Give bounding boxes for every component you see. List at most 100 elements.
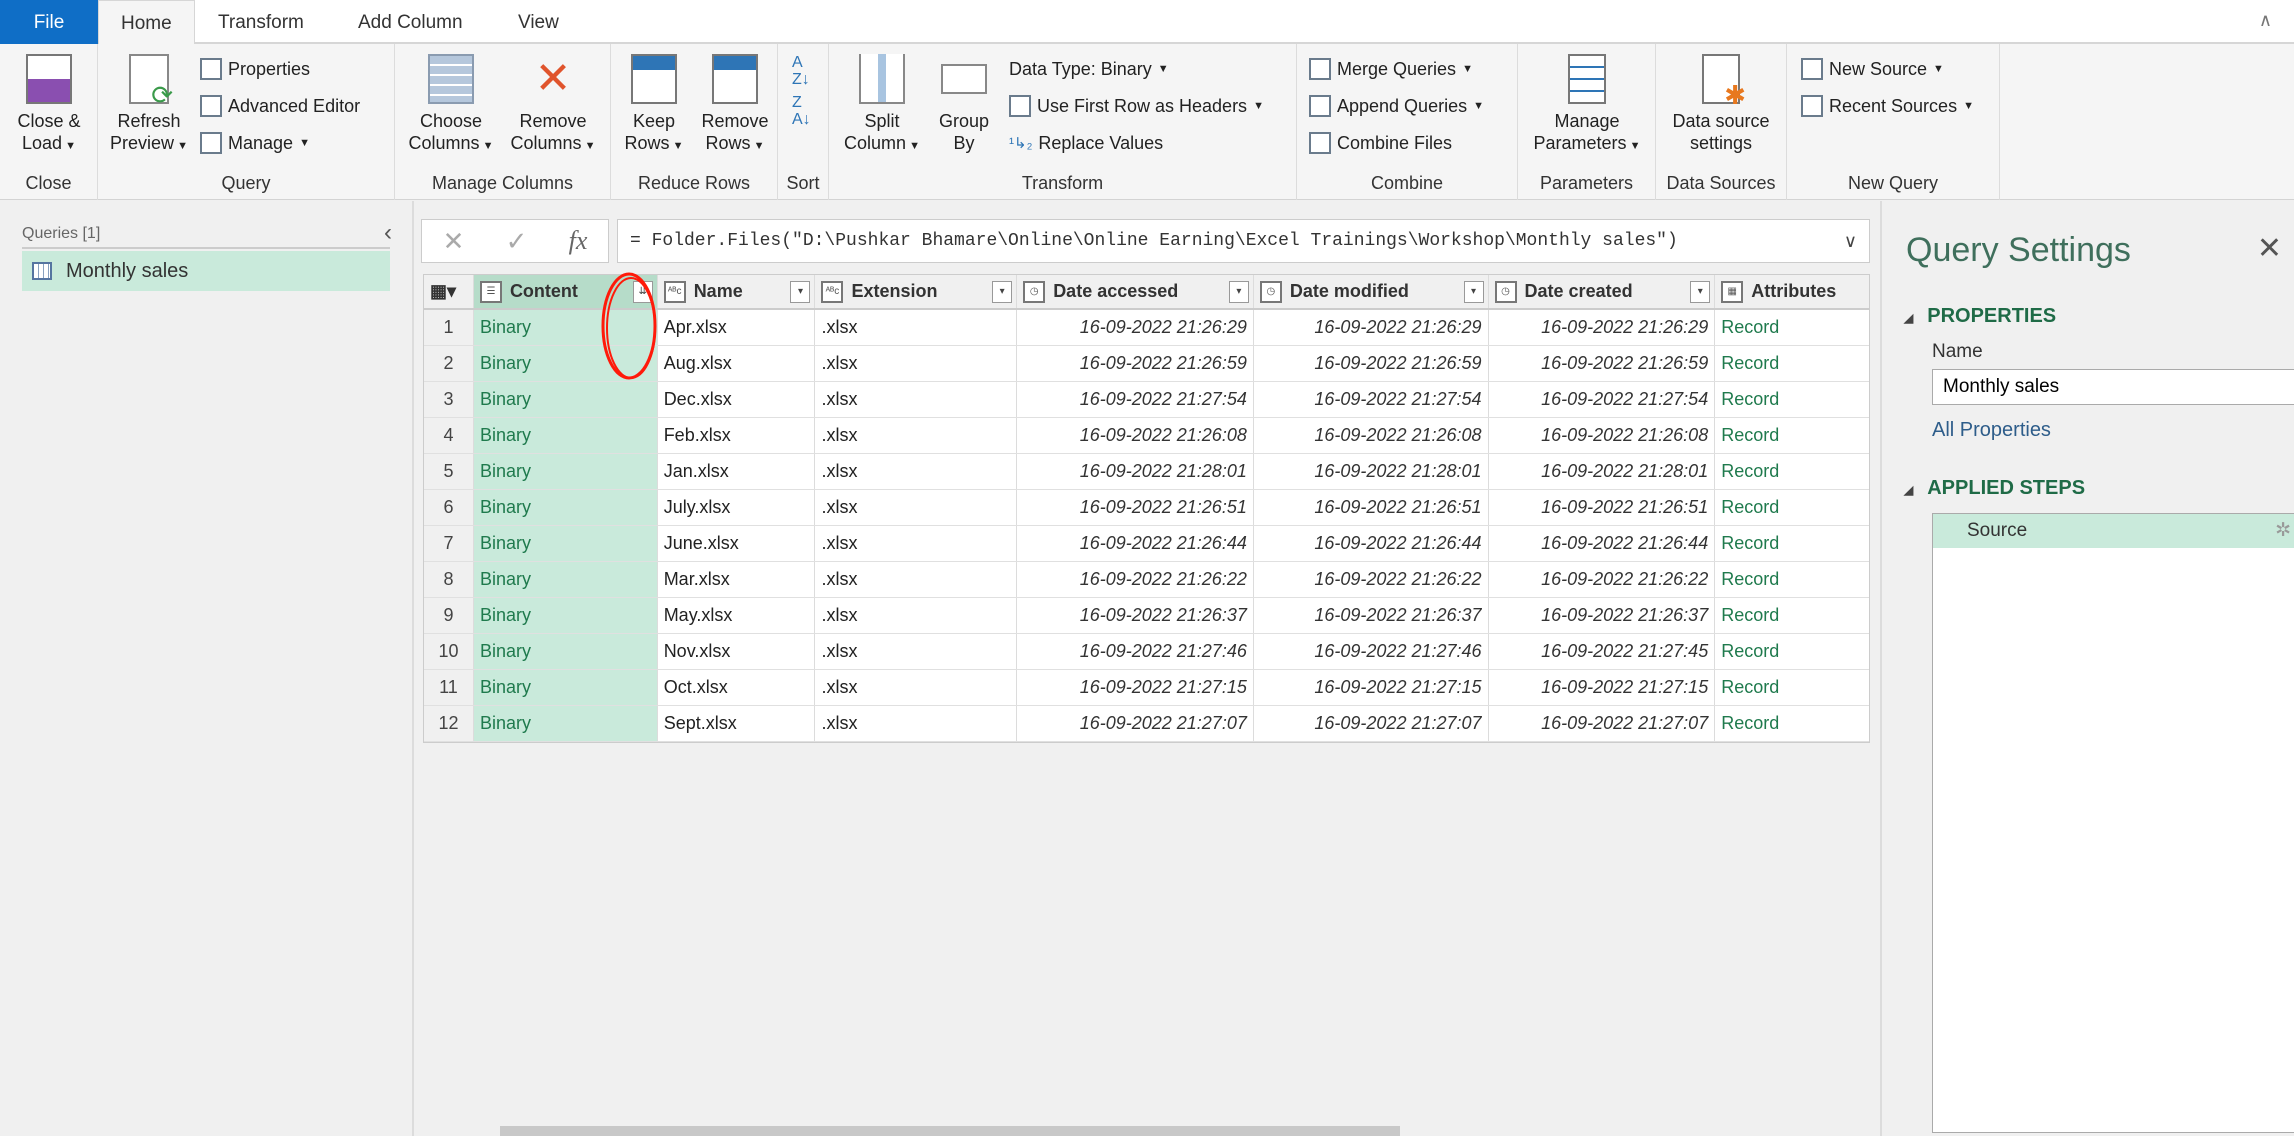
cell-content[interactable]: Binary <box>473 526 658 561</box>
cell-content[interactable]: Binary <box>473 490 658 525</box>
applied-steps-section[interactable]: ◢ APPLIED STEPS <box>1904 477 2085 500</box>
column-header-extension[interactable]: ᴬᴮc Extension ▾ <box>815 275 1018 308</box>
column-header-name[interactable]: ᴬᴮc Name ▾ <box>658 275 816 308</box>
cell-attributes[interactable]: Record <box>1715 598 1869 633</box>
filter-dropdown-icon[interactable]: ▾ <box>790 281 811 303</box>
data-type-dropdown[interactable]: Data Type: Binary ▼ <box>1009 54 1169 84</box>
properties-button[interactable]: Properties <box>200 54 310 84</box>
filter-dropdown-icon[interactable]: ▾ <box>1463 281 1484 303</box>
cell-content[interactable]: Binary <box>473 418 658 453</box>
merge-queries-button[interactable]: Merge Queries ▼ <box>1309 54 1473 84</box>
collapse-ribbon-icon[interactable]: ∧ <box>2259 10 2272 31</box>
combine-files-button[interactable]: Combine Files <box>1309 128 1452 158</box>
cell-name: Apr.xlsx <box>658 310 816 345</box>
binary-icon[interactable]: ☰ <box>479 280 502 303</box>
table-row: 11 Binary Oct.xlsx .xlsx 16-09-2022 21:27:15… <box>424 670 1869 706</box>
group-by-button[interactable]: Group By <box>931 54 997 154</box>
commit-icon[interactable]: ✓ <box>506 226 528 257</box>
remove-rows-button[interactable]: Remove Rows ▼ <box>695 54 775 157</box>
label: Columns <box>408 133 480 153</box>
query-name-input[interactable] <box>1932 369 2294 405</box>
keep-rows-button[interactable]: Keep Rows ▼ <box>615 54 693 157</box>
table-icon <box>1009 95 1031 117</box>
filter-dropdown-icon[interactable]: ▾ <box>992 281 1013 303</box>
column-header-date-modified[interactable]: ◷ Date modified ▾ <box>1254 275 1489 308</box>
split-column-button[interactable]: Split Column ▼ <box>837 54 927 157</box>
cell-attributes[interactable]: Record <box>1715 634 1869 669</box>
cell-content[interactable]: Binary <box>473 598 658 633</box>
tab-file[interactable]: File <box>0 0 98 44</box>
use-first-row-headers-button[interactable]: Use First Row as Headers ▼ <box>1009 91 1264 121</box>
cell-name: May.xlsx <box>658 598 816 633</box>
step-source[interactable]: Source ✲ <box>1933 514 2294 548</box>
cell-date-created: 16-09-2022 21:26:59 <box>1489 346 1716 381</box>
choose-columns-button[interactable]: Choose Columns ▼ <box>401 54 501 157</box>
cell-attributes[interactable]: Record <box>1715 490 1869 525</box>
column-header-date-accessed[interactable]: ◷ Date accessed ▾ <box>1017 275 1254 308</box>
refresh-preview-button[interactable]: ⟳ Refresh Preview ▼ <box>104 54 194 157</box>
close-icon[interactable]: ✕ <box>2257 231 2282 266</box>
properties-section[interactable]: ◢ PROPERTIES <box>1904 305 2056 328</box>
cell-content[interactable]: Binary <box>473 634 658 669</box>
sort-ascending-icon[interactable]: A Z↓ <box>792 54 810 88</box>
cell-attributes[interactable]: Record <box>1715 706 1869 741</box>
cell-attributes[interactable]: Record <box>1715 382 1869 417</box>
column-header-attributes[interactable]: ▦ Attributes <box>1715 275 1869 308</box>
table-menu-icon[interactable]: ▦▾ <box>424 275 474 308</box>
cell-attributes[interactable]: Record <box>1715 670 1869 705</box>
query-settings-pane: Query Settings ✕ ◢ PROPERTIES Name All Pr… <box>1880 201 2294 1136</box>
tab-view[interactable]: View <box>496 0 581 44</box>
cell-content[interactable]: Binary <box>473 454 658 489</box>
cell-attributes[interactable]: Record <box>1715 310 1869 345</box>
gear-icon[interactable]: ✲ <box>2275 514 2291 548</box>
cell-date-accessed: 16-09-2022 21:26:29 <box>1017 310 1254 345</box>
new-source-button[interactable]: New Source ▼ <box>1801 54 1944 84</box>
expand-formula-icon[interactable]: ∨ <box>1844 220 1857 262</box>
recent-sources-button[interactable]: Recent Sources ▼ <box>1801 91 1974 121</box>
group-parameters: Manage Parameters ▼ Parameters <box>1518 44 1656 200</box>
cell-date-created: 16-09-2022 21:26:44 <box>1489 526 1716 561</box>
sort-descending-icon[interactable]: Z A↓ <box>792 94 811 128</box>
tab-home[interactable]: Home <box>98 0 195 46</box>
cell-attributes[interactable]: Record <box>1715 418 1869 453</box>
table-row: 5 Binary Jan.xlsx .xlsx 16-09-2022 21:28:01 1… <box>424 454 1869 490</box>
datetime-type-icon[interactable]: ◷ <box>1259 280 1282 303</box>
close-load-button[interactable]: Close & Load ▼ <box>8 54 90 157</box>
query-item-monthly-sales[interactable]: Monthly sales <box>22 251 390 291</box>
column-header-date-created[interactable]: ◷ Date created ▾ <box>1489 275 1716 308</box>
cell-attributes[interactable]: Record <box>1715 346 1869 381</box>
cell-name: Aug.xlsx <box>658 346 816 381</box>
text-type-icon[interactable]: ᴬᴮc <box>821 280 844 303</box>
cell-content[interactable]: Binary <box>473 670 658 705</box>
cell-content[interactable]: Binary <box>473 706 658 741</box>
filter-dropdown-icon[interactable]: ▾ <box>1228 281 1249 303</box>
datetime-type-icon[interactable]: ◷ <box>1023 280 1046 303</box>
all-properties-link[interactable]: All Properties <box>1932 419 2051 442</box>
ribbon: Close & Load ▼ Close ⟳ Refresh Preview ▼… <box>0 44 2294 200</box>
tab-add-column[interactable]: Add Column <box>336 0 485 44</box>
record-icon[interactable]: ▦ <box>1721 280 1744 303</box>
cell-attributes[interactable]: Record <box>1715 454 1869 489</box>
group-label: Transform <box>1021 173 1104 193</box>
tab-transform[interactable]: Transform <box>196 0 326 44</box>
cell-attributes[interactable]: Record <box>1715 562 1869 597</box>
advanced-editor-button[interactable]: Advanced Editor <box>200 91 360 121</box>
manage-parameters-button[interactable]: Manage Parameters ▼ <box>1524 54 1650 157</box>
data-source-settings-button[interactable]: ✱ Data source settings <box>1660 54 1782 154</box>
remove-columns-button[interactable]: ✕ Remove Columns ▼ <box>503 54 603 157</box>
text-type-icon[interactable]: ᴬᴮc <box>663 280 686 303</box>
replace-values-button[interactable]: ¹↳₂ Replace Values <box>1009 128 1163 158</box>
datetime-type-icon[interactable]: ◷ <box>1494 280 1517 303</box>
horizontal-scrollbar[interactable] <box>500 1126 1400 1136</box>
filter-dropdown-icon[interactable]: ▾ <box>1690 281 1711 303</box>
refresh-icon: ⟳ <box>129 54 173 108</box>
fx-icon[interactable]: fx <box>569 226 588 256</box>
collapse-pane-icon[interactable]: ‹ <box>384 219 392 247</box>
column-title: Extension <box>851 281 938 301</box>
formula-bar[interactable]: = Folder.Files("D:\Pushkar Bhamare\Onlin… <box>617 219 1870 263</box>
cell-attributes[interactable]: Record <box>1715 526 1869 561</box>
manage-button[interactable]: Manage ▼ <box>200 128 310 158</box>
cancel-icon[interactable]: ✕ <box>443 226 465 257</box>
append-queries-button[interactable]: Append Queries ▼ <box>1309 91 1484 121</box>
cell-content[interactable]: Binary <box>473 562 658 597</box>
